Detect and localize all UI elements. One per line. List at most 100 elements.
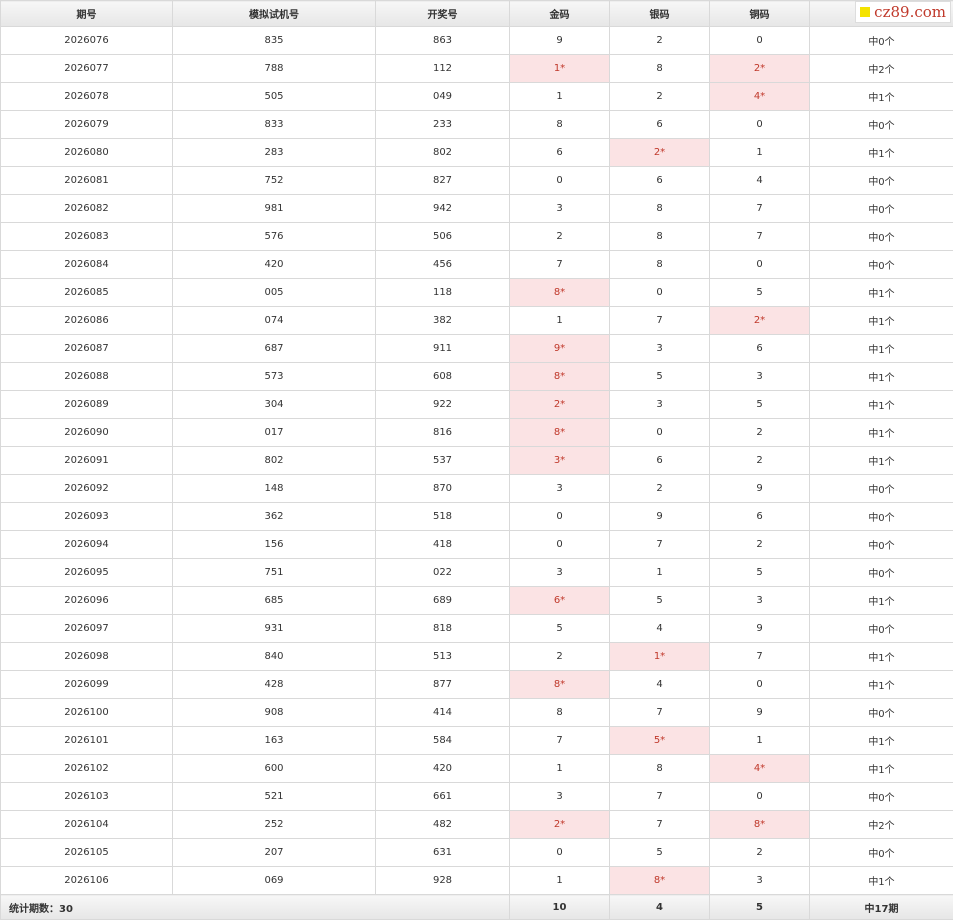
cell-sim-number: 576 xyxy=(172,222,376,251)
cell-sim-number: 573 xyxy=(172,362,376,391)
header-silver: 银码 xyxy=(609,0,710,27)
cell-sim-number: 802 xyxy=(172,446,376,475)
table-row: 2026089 304 922 2* 3 5 中1个 xyxy=(0,390,953,419)
cell-result: 中1个 xyxy=(809,390,953,419)
header-gold: 金码 xyxy=(509,0,610,27)
cell-bronze: 2 xyxy=(709,418,810,447)
cell-result: 中0个 xyxy=(809,222,953,251)
header-bronze: 铜码 xyxy=(709,0,810,27)
cell-draw-number: 877 xyxy=(375,670,510,699)
cell-result: 中0个 xyxy=(809,698,953,727)
logo-square-icon xyxy=(860,7,871,17)
table-row: 2026099 428 877 8* 4 0 中1个 xyxy=(0,670,953,699)
cell-gold: 3 xyxy=(509,474,610,503)
cell-silver: 3 xyxy=(609,390,710,419)
cell-period: 2026083 xyxy=(0,222,173,251)
cell-bronze: 6 xyxy=(709,502,810,531)
cell-draw-number: 456 xyxy=(375,250,510,279)
cell-draw-number: 420 xyxy=(375,754,510,783)
cell-sim-number: 600 xyxy=(172,754,376,783)
cell-bronze: 4* xyxy=(709,82,810,111)
cell-gold: 7 xyxy=(509,726,610,755)
cell-draw-number: 233 xyxy=(375,110,510,139)
cell-silver: 8 xyxy=(609,194,710,223)
cell-bronze: 3 xyxy=(709,362,810,391)
cell-sim-number: 252 xyxy=(172,810,376,839)
cell-result: 中1个 xyxy=(809,82,953,111)
cell-silver: 9 xyxy=(609,502,710,531)
cell-result: 中1个 xyxy=(809,418,953,447)
table-row: 2026095 751 022 3 1 5 中0个 xyxy=(0,558,953,587)
cell-gold: 9 xyxy=(509,26,610,55)
cell-result: 中1个 xyxy=(809,754,953,783)
cell-silver: 3 xyxy=(609,334,710,363)
cell-gold: 8* xyxy=(509,418,610,447)
cell-period: 2026085 xyxy=(0,278,173,307)
cell-draw-number: 049 xyxy=(375,82,510,111)
cell-draw-number: 911 xyxy=(375,334,510,363)
cell-sim-number: 752 xyxy=(172,166,376,195)
cell-silver: 5 xyxy=(609,362,710,391)
cell-gold: 2 xyxy=(509,222,610,251)
cell-draw-number: 518 xyxy=(375,502,510,531)
cell-period: 2026102 xyxy=(0,754,173,783)
cell-silver: 6 xyxy=(609,110,710,139)
cell-sim-number: 908 xyxy=(172,698,376,727)
header-draw-number: 开奖号 xyxy=(375,0,510,27)
cell-sim-number: 931 xyxy=(172,614,376,643)
cell-bronze: 2* xyxy=(709,306,810,335)
cell-draw-number: 506 xyxy=(375,222,510,251)
table-row: 2026097 931 818 5 4 9 中0个 xyxy=(0,614,953,643)
table-footer: 统计期数：30 10 4 5 中17期 xyxy=(0,894,953,920)
cell-draw-number: 870 xyxy=(375,474,510,503)
cell-result: 中1个 xyxy=(809,138,953,167)
table-header: 期号 模拟试机号 开奖号 金码 银码 铜码 xyxy=(0,0,953,27)
cell-bronze: 7 xyxy=(709,642,810,671)
cell-silver: 2* xyxy=(609,138,710,167)
table-row: 2026100 908 414 8 7 9 中0个 xyxy=(0,698,953,727)
cell-draw-number: 661 xyxy=(375,782,510,811)
cell-period: 2026090 xyxy=(0,418,173,447)
cell-result: 中2个 xyxy=(809,810,953,839)
cell-gold: 7 xyxy=(509,250,610,279)
cell-sim-number: 751 xyxy=(172,558,376,587)
cell-period: 2026096 xyxy=(0,586,173,615)
cell-draw-number: 827 xyxy=(375,166,510,195)
table-row: 2026083 576 506 2 8 7 中0个 xyxy=(0,222,953,251)
cell-gold: 8 xyxy=(509,698,610,727)
cell-result: 中1个 xyxy=(809,306,953,335)
cell-gold: 1 xyxy=(509,306,610,335)
cell-period: 2026077 xyxy=(0,54,173,83)
cell-silver: 8 xyxy=(609,222,710,251)
cell-period: 2026086 xyxy=(0,306,173,335)
cell-result: 中0个 xyxy=(809,194,953,223)
cell-draw-number: 482 xyxy=(375,810,510,839)
cell-period: 2026106 xyxy=(0,866,173,895)
cell-bronze: 0 xyxy=(709,782,810,811)
cell-period: 2026098 xyxy=(0,642,173,671)
footer-period-count: 统计期数：30 xyxy=(0,894,510,920)
cell-sim-number: 505 xyxy=(172,82,376,111)
cell-period: 2026087 xyxy=(0,334,173,363)
cell-gold: 1 xyxy=(509,866,610,895)
cell-period: 2026105 xyxy=(0,838,173,867)
table-row: 2026085 005 118 8* 0 5 中1个 xyxy=(0,278,953,307)
cell-result: 中1个 xyxy=(809,586,953,615)
cell-sim-number: 148 xyxy=(172,474,376,503)
table-row: 2026103 521 661 3 7 0 中0个 xyxy=(0,782,953,811)
cell-result: 中1个 xyxy=(809,446,953,475)
table-row: 2026096 685 689 6* 5 3 中1个 xyxy=(0,586,953,615)
footer-bronze-total: 5 xyxy=(709,894,810,920)
site-watermark: cz89.com xyxy=(855,1,951,23)
cell-period: 2026099 xyxy=(0,670,173,699)
cell-period: 2026092 xyxy=(0,474,173,503)
cell-result: 中0个 xyxy=(809,26,953,55)
cell-gold: 8* xyxy=(509,278,610,307)
cell-period: 2026089 xyxy=(0,390,173,419)
table-row: 2026088 573 608 8* 5 3 中1个 xyxy=(0,362,953,391)
cell-silver: 2 xyxy=(609,82,710,111)
cell-gold: 1 xyxy=(509,82,610,111)
cell-sim-number: 420 xyxy=(172,250,376,279)
cell-period: 2026078 xyxy=(0,82,173,111)
header-sim-number: 模拟试机号 xyxy=(172,0,376,27)
